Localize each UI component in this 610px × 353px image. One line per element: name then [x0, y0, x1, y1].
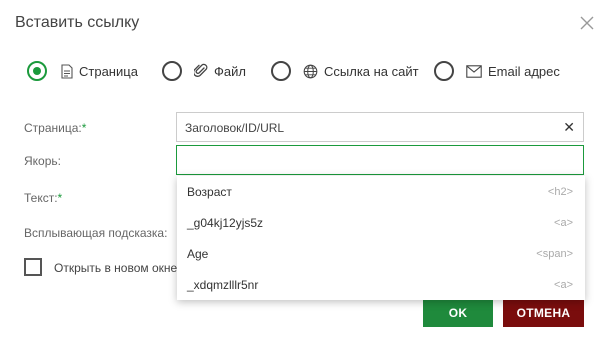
anchor-field[interactable]	[176, 145, 584, 175]
anchor-option[interactable]: _g04kj12yjs5z <a>	[177, 207, 585, 238]
anchor-option[interactable]: Возраст <h2>	[177, 176, 585, 207]
radio-website[interactable]	[271, 61, 291, 81]
type-option-page[interactable]: Страница	[27, 59, 138, 83]
insert-link-dialog: Вставить ссылку Страница Файл Ссылка на …	[0, 0, 610, 353]
tooltip-field-label: Всплывающая подсказка:	[24, 226, 168, 240]
anchor-option[interactable]: _xdqmzlllr5nr <a>	[177, 269, 585, 300]
anchor-option[interactable]: Age <span>	[177, 238, 585, 269]
type-option-website[interactable]: Ссылка на сайт	[271, 59, 419, 83]
page-icon	[61, 63, 73, 79]
envelope-icon	[466, 64, 482, 78]
page-field[interactable]: Заголовок/ID/URL ✕	[176, 112, 584, 142]
page-field-label: Страница:*	[24, 121, 87, 135]
radio-page[interactable]	[27, 61, 47, 81]
anchor-dropdown: Возраст <h2> _g04kj12yjs5z <a> Age <span…	[177, 176, 585, 300]
type-label-website: Ссылка на сайт	[324, 63, 419, 79]
radio-file[interactable]	[162, 61, 182, 81]
type-option-email[interactable]: Email адрес	[434, 59, 560, 83]
cancel-button[interactable]: ОТМЕНА	[503, 298, 584, 327]
link-type-selector: Страница Файл Ссылка на сайт Email адрес	[27, 59, 587, 83]
clear-icon[interactable]: ✕	[563, 119, 575, 136]
paperclip-icon	[194, 63, 208, 79]
radio-email[interactable]	[434, 61, 454, 81]
new-window-label: Открыть в новом окне	[54, 261, 178, 275]
page-field-value: Заголовок/ID/URL	[185, 121, 285, 135]
close-icon[interactable]	[578, 14, 596, 32]
anchor-field-label: Якорь:	[24, 154, 61, 168]
type-option-file[interactable]: Файл	[162, 59, 246, 83]
new-window-checkbox[interactable]	[24, 258, 42, 276]
dialog-title: Вставить ссылку	[15, 14, 140, 31]
text-field-label: Текст:*	[24, 191, 63, 205]
type-label-email: Email адрес	[488, 63, 560, 79]
type-label-file: Файл	[214, 63, 246, 79]
ok-button[interactable]: OK	[423, 298, 493, 327]
globe-icon	[303, 64, 318, 79]
type-label-page: Страница	[79, 63, 138, 79]
